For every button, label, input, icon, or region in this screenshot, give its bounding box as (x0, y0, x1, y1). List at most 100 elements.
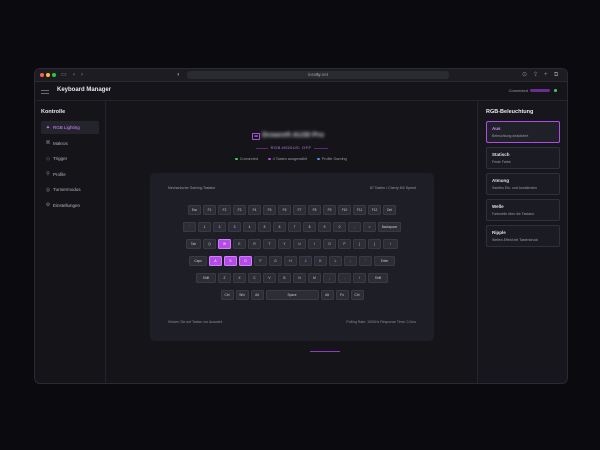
key-s[interactable]: S (224, 256, 237, 266)
key-8[interactable]: 8 (303, 222, 316, 232)
key-o[interactable]: O (323, 239, 336, 249)
effect-option-ripple[interactable]: Ripple Wellen-Effekt bei Tastendruck (486, 225, 560, 247)
key-f2[interactable]: F2 (218, 205, 231, 215)
key-5[interactable]: 5 (258, 222, 271, 232)
forward-icon[interactable]: › (81, 71, 83, 79)
key-right-alt[interactable]: Alt (320, 290, 334, 300)
key-c96[interactable]: ` (183, 222, 196, 232)
key-6[interactable]: 6 (273, 222, 286, 232)
menu-icon[interactable] (41, 90, 49, 94)
key-f[interactable]: F (254, 256, 267, 266)
key-f7[interactable]: F7 (293, 205, 306, 215)
key-y[interactable]: Y (278, 239, 291, 249)
key-fn[interactable]: Fn (335, 290, 349, 300)
key-right-shift[interactable]: Shift (368, 273, 388, 283)
loading-indicator (310, 351, 340, 352)
key-c93[interactable]: ] (368, 239, 381, 249)
key-c[interactable]: C (248, 273, 261, 283)
key-i[interactable]: I (308, 239, 321, 249)
close-window-button[interactable] (40, 73, 44, 77)
key-e[interactable]: E (233, 239, 246, 249)
effect-option-welle[interactable]: Welle Farbwelle über die Tastatur (486, 199, 560, 221)
new-tab-icon[interactable]: + (544, 71, 548, 79)
key-f4[interactable]: F4 (248, 205, 261, 215)
key-f1[interactable]: F1 (203, 205, 216, 215)
key-c92[interactable]: \ (383, 239, 398, 249)
key-b[interactable]: B (278, 273, 291, 283)
tabs-overview-icon[interactable]: ⧉ (554, 71, 558, 79)
key-k[interactable]: K (314, 256, 327, 266)
key-z[interactable]: Z (218, 273, 231, 283)
key-esc[interactable]: Esc (188, 205, 201, 215)
key-c46[interactable]: . (338, 273, 351, 283)
key-a[interactable]: A (209, 256, 222, 266)
key-win[interactable]: Win (235, 290, 249, 300)
shield-icon[interactable]: ◐ (177, 71, 181, 79)
key-x[interactable]: X (233, 273, 246, 283)
sidebar-item-rgb-lighting[interactable]: ✦ RGB Lighting (41, 121, 99, 134)
sidebar-toggle-icon[interactable]: ▭ (61, 71, 67, 79)
reload-icon[interactable]: ↻ (187, 71, 449, 79)
key-f11[interactable]: F11 (353, 205, 366, 215)
key-n[interactable]: N (293, 273, 306, 283)
key-0[interactable]: 0 (333, 222, 346, 232)
key-f12[interactable]: F12 (368, 205, 381, 215)
sidebar-item-profile[interactable]: ⚲ Profile (41, 168, 99, 181)
key-f9[interactable]: F9 (323, 205, 336, 215)
key-f6[interactable]: F6 (278, 205, 291, 215)
key-u[interactable]: U (293, 239, 306, 249)
key-g[interactable]: G (269, 256, 282, 266)
effect-option-aus[interactable]: Aus Beleuchtung deaktiviert (486, 121, 560, 143)
key-d[interactable]: D (239, 256, 252, 266)
key-9[interactable]: 9 (318, 222, 331, 232)
effect-option-statisch[interactable]: Statisch Feste Farbe (486, 147, 560, 169)
maximize-window-button[interactable] (52, 73, 56, 77)
key-2[interactable]: 2 (213, 222, 226, 232)
key-right-ctrl[interactable]: Ctrl (350, 290, 364, 300)
key-caps[interactable]: Caps (189, 256, 207, 266)
key-left-ctrl[interactable]: Ctrl (220, 290, 234, 300)
key-space[interactable]: Space (265, 290, 319, 300)
key-m[interactable]: M (308, 273, 321, 283)
key-f10[interactable]: F10 (338, 205, 351, 215)
key-7[interactable]: 7 (288, 222, 301, 232)
effect-option-atmung[interactable]: Atmung Sanftes Ein- und Ausblenden (486, 173, 560, 195)
key-c47[interactable]: / (353, 273, 366, 283)
key-r[interactable]: R (248, 239, 261, 249)
key-c61[interactable]: = (363, 222, 376, 232)
key-v[interactable]: V (263, 273, 276, 283)
key-3[interactable]: 3 (228, 222, 241, 232)
address-bar[interactable]: inssny.net ↻ (187, 71, 449, 79)
key-f8[interactable]: F8 (308, 205, 321, 215)
key-c59[interactable]: ; (344, 256, 357, 266)
sidebar-item-einstellungen[interactable]: ⚙ Einstellungen (41, 199, 99, 212)
key-t[interactable]: T (263, 239, 276, 249)
key-h[interactable]: H (284, 256, 297, 266)
sidebar-item-makros[interactable]: ⌘ Makros (41, 137, 99, 150)
key-w[interactable]: W (218, 239, 231, 249)
key-c39[interactable]: ' (359, 256, 372, 266)
key-q[interactable]: Q (203, 239, 216, 249)
key-f5[interactable]: F5 (263, 205, 276, 215)
key-p[interactable]: P (338, 239, 351, 249)
sidebar-item-turniermodus[interactable]: ◎ Turniermodus (41, 183, 99, 196)
minimize-window-button[interactable] (46, 73, 50, 77)
back-icon[interactable]: ‹ (73, 71, 75, 79)
key-j[interactable]: J (299, 256, 312, 266)
key-l[interactable]: L (329, 256, 342, 266)
key-4[interactable]: 4 (243, 222, 256, 232)
key-c44[interactable]: , (323, 273, 336, 283)
key-left-shift[interactable]: Shift (196, 273, 216, 283)
sidebar-item-trigger[interactable]: ◇ Trigger (41, 152, 99, 165)
key-1[interactable]: 1 (198, 222, 211, 232)
download-icon[interactable]: ⊙ (522, 71, 527, 79)
key-tab[interactable]: Tab (186, 239, 201, 249)
key-c91[interactable]: [ (353, 239, 366, 249)
key-left-alt[interactable]: Alt (250, 290, 264, 300)
key-backspace[interactable]: Backspace (378, 222, 401, 232)
key-enter[interactable]: Enter (374, 256, 395, 266)
key-f3[interactable]: F3 (233, 205, 246, 215)
key-del[interactable]: Del (383, 205, 396, 215)
share-icon[interactable]: ⇪ (533, 71, 538, 79)
key--[interactable]: - (348, 222, 361, 232)
